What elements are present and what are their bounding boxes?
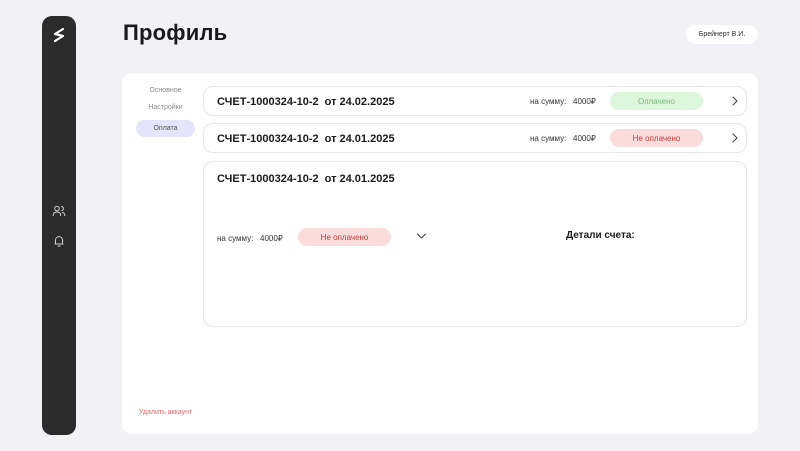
- invoice-date: от 24.02.2025: [324, 96, 395, 108]
- invoice-details-title: Детали счета:: [566, 230, 635, 241]
- page-title: Профиль: [123, 20, 228, 45]
- menu-item-label: Настройки: [148, 104, 183, 111]
- menu-item-label: Оплата: [153, 125, 178, 132]
- sum-label: на сумму:: [530, 97, 567, 106]
- brand-logo-icon[interactable]: [50, 26, 68, 44]
- invoice-title: СЧЕТ-1000324-10-2 от 24.02.2025: [217, 96, 395, 108]
- sum-value: 4000₽: [573, 134, 596, 143]
- sum-label: на сумму:: [217, 234, 254, 243]
- sum-value: 4000₽: [573, 97, 596, 106]
- invoice-number: СЧЕТ-1000324-10-2: [217, 96, 319, 108]
- menu-item-label: Основное: [149, 87, 182, 94]
- chevron-right-icon[interactable]: [731, 133, 739, 143]
- profile-panel: Основное Настройки Оплата Удалить аккаун…: [122, 73, 758, 434]
- users-icon[interactable]: [52, 204, 66, 218]
- delete-account-link[interactable]: Удалить аккаунт: [139, 409, 192, 416]
- invoice-row[interactable]: СЧЕТ-1000324-10-2 от 24.01.2025 на сумму:…: [203, 123, 747, 153]
- invoice-date: от 24.01.2025: [324, 133, 395, 145]
- invoice-number: СЧЕТ-1000324-10-2: [217, 173, 319, 185]
- invoice-number: СЧЕТ-1000324-10-2: [217, 133, 319, 145]
- chevron-down-icon[interactable]: [416, 232, 427, 240]
- invoice-expanded: СЧЕТ-1000324-10-2 от 24.01.2025 на сумму:…: [203, 161, 747, 327]
- status-badge: Оплачено: [610, 92, 703, 110]
- bell-icon[interactable]: [52, 234, 66, 248]
- status-badge: Не оплачено: [610, 129, 703, 147]
- sum-label: на сумму:: [530, 134, 567, 143]
- status-badge: Не оплачено: [298, 228, 391, 246]
- sidebar-rail: [42, 16, 76, 435]
- menu-item-main[interactable]: Основное: [136, 82, 195, 99]
- menu-item-payment[interactable]: Оплата: [136, 120, 195, 137]
- user-chip[interactable]: Брейнерт В.И.: [686, 25, 758, 44]
- user-name: Брейнерт В.И.: [698, 31, 746, 38]
- invoice-row[interactable]: СЧЕТ-1000324-10-2 от 24.02.2025 на сумму:…: [203, 86, 747, 116]
- menu-item-settings[interactable]: Настройки: [136, 99, 195, 116]
- invoice-date: от 24.01.2025: [324, 173, 395, 185]
- sum-value: 4000₽: [260, 234, 283, 243]
- invoice-title: СЧЕТ-1000324-10-2 от 24.01.2025: [217, 133, 395, 145]
- chevron-right-icon[interactable]: [731, 96, 739, 106]
- invoice-title: СЧЕТ-1000324-10-2 от 24.01.2025: [217, 173, 395, 185]
